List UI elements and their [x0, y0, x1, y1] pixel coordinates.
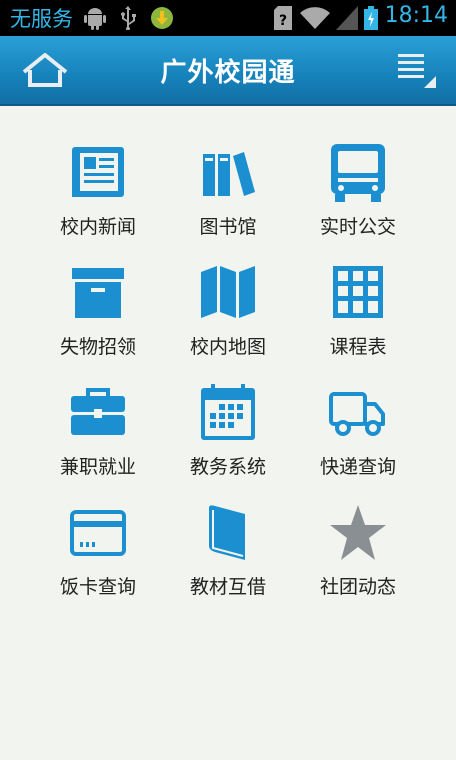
tile-label: 教材互借	[189, 576, 266, 598]
star-icon	[330, 505, 386, 560]
bus-icon	[331, 144, 385, 202]
briefcase-icon	[71, 388, 125, 435]
carrier-text: 无服务	[10, 7, 73, 31]
tile-meal-card[interactable]: 饭卡查询	[43, 504, 153, 604]
tile-label: 校内地图	[189, 336, 266, 358]
tile-realtime-bus[interactable]: 实时公交	[303, 144, 413, 244]
tile-library[interactable]: 图书馆	[173, 144, 283, 244]
tile-express-tracking[interactable]: 快递查询	[303, 384, 413, 484]
tile-label: 兼职就业	[59, 456, 136, 478]
tile-campus-news[interactable]: 校内新闻	[43, 144, 153, 244]
box-icon	[72, 268, 124, 318]
tile-label: 图书馆	[199, 216, 257, 238]
tile-label: 实时公交	[319, 216, 396, 238]
tile-label: 快递查询	[319, 456, 396, 478]
download-icon	[151, 7, 173, 29]
books-icon	[203, 152, 255, 196]
tile-label: 教务系统	[189, 456, 266, 478]
clock: 18:14	[384, 3, 448, 28]
status-bar: 无服务 ? 18:14	[0, 0, 456, 36]
tile-textbook-exchange[interactable]: 教材互借	[173, 504, 283, 604]
tile-label: 课程表	[329, 336, 387, 358]
newspaper-icon	[72, 147, 124, 197]
tile-label: 社团动态	[319, 576, 396, 598]
page-title: 广外校园通	[160, 58, 296, 88]
book-icon	[209, 505, 245, 560]
tile-label: 饭卡查询	[59, 576, 136, 598]
tile-label: 校内新闻	[59, 216, 136, 238]
tile-lost-and-found[interactable]: 失物招领	[43, 264, 153, 364]
svg-text:?: ?	[279, 13, 287, 29]
android-icon	[84, 8, 106, 30]
battery-icon	[364, 6, 378, 30]
tile-campus-map[interactable]: 校内地图	[173, 264, 283, 364]
calendar-icon	[201, 384, 255, 440]
wifi-icon	[300, 7, 330, 29]
grid-icon	[333, 266, 383, 318]
menu-icon[interactable]	[396, 50, 438, 90]
tile-academic-system[interactable]: 教务系统	[173, 384, 283, 484]
tile-timetable[interactable]: 课程表	[303, 264, 413, 364]
card-icon	[70, 510, 126, 556]
signal-icon	[336, 6, 358, 30]
tile-club-news[interactable]: 社团动态	[303, 504, 413, 604]
map-icon	[201, 266, 255, 318]
tile-part-time-jobs[interactable]: 兼职就业	[43, 384, 153, 484]
usb-icon	[121, 6, 136, 30]
unknown-sim-icon: ?	[274, 6, 292, 30]
tile-label: 失物招领	[59, 336, 136, 358]
truck-icon	[329, 392, 385, 436]
app-bar: 广外校园通	[0, 36, 456, 106]
